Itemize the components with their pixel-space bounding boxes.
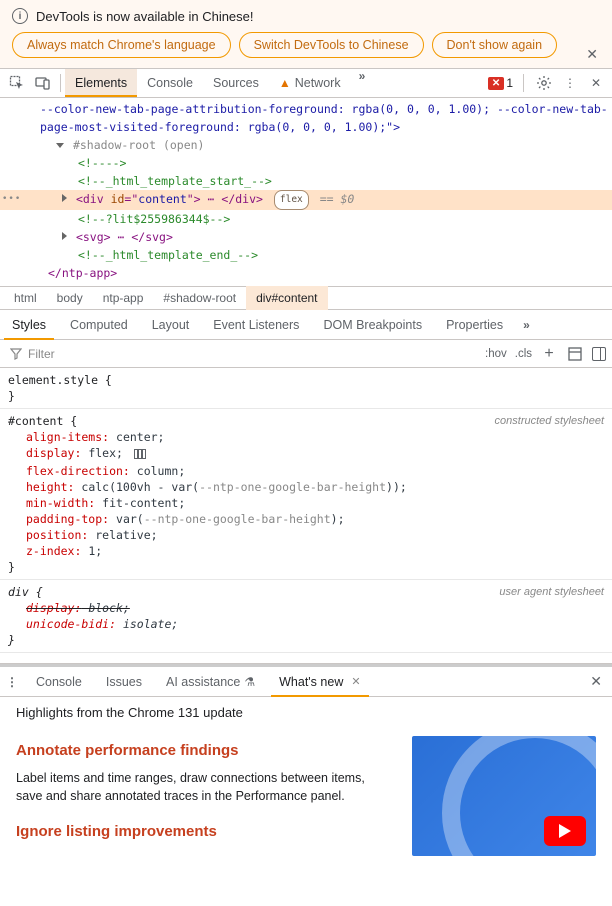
styles-filter-row: Filter :hov .cls +: [0, 340, 612, 368]
dom-line-comment[interactable]: <!---->: [0, 154, 612, 172]
shadow-root-label: #shadow-root (open): [73, 138, 205, 152]
rule-selector[interactable]: element.style {: [8, 372, 604, 388]
filter-input[interactable]: Filter: [6, 347, 485, 361]
drawer-tab-ai-assistance[interactable]: AI assistance ⚗: [154, 667, 267, 697]
flex-editor-icon[interactable]: [134, 447, 146, 463]
dom-tag: </svg>: [131, 230, 173, 244]
tab-network-label: Network: [295, 76, 341, 90]
inherited-from-label: [0, 653, 612, 663]
main-toolbar: Elements Console Sources ▲ Network » ✕ 1…: [0, 68, 612, 98]
dom-line-comment[interactable]: <!--?lit$255986344$-->: [0, 210, 612, 228]
subtab-dom-breakpoints[interactable]: DOM Breakpoints: [311, 310, 434, 340]
subtab-event-listeners[interactable]: Event Listeners: [201, 310, 311, 340]
separator: [523, 74, 524, 92]
subtab-computed[interactable]: Computed: [58, 310, 140, 340]
close-devtools-icon[interactable]: ✕: [586, 73, 606, 93]
dont-show-again-button[interactable]: Don't show again: [432, 32, 558, 58]
more-subtabs-button[interactable]: »: [515, 318, 538, 332]
close-tab-icon[interactable]: ✕: [351, 667, 360, 697]
cls-toggle[interactable]: .cls: [515, 348, 532, 360]
settings-gear-icon[interactable]: [534, 73, 554, 93]
subtab-styles[interactable]: Styles: [0, 310, 58, 340]
stylesheet-source-link[interactable]: constructed stylesheet: [495, 413, 604, 429]
dom-line-close[interactable]: </ntp-app>: [0, 264, 612, 282]
error-count: 1: [506, 76, 513, 90]
filter-icon: [10, 348, 22, 360]
drawer-tab-label: What's new: [279, 667, 343, 697]
whatsnew-paragraph: Label items and time ranges, draw connec…: [16, 769, 392, 805]
breadcrumb-bar: html body ntp-app #shadow-root div#conte…: [0, 286, 612, 310]
drawer-close-button[interactable]: ✕: [580, 673, 612, 690]
expand-arrow-icon[interactable]: [62, 194, 67, 202]
whatsnew-panel[interactable]: Highlights from the Chrome 131 update An…: [0, 697, 612, 906]
breadcrumb-item[interactable]: div#content: [246, 286, 327, 310]
separator: [60, 74, 61, 92]
stylesheet-source-link: user agent stylesheet: [499, 584, 604, 600]
dom-tag: <svg>: [76, 230, 111, 244]
drawer-tab-issues[interactable]: Issues: [94, 667, 154, 697]
dom-line[interactable]: --color-new-tab-page-attribution-foregro…: [0, 100, 612, 136]
info-icon: i: [12, 8, 28, 24]
device-toolbar-icon[interactable]: [30, 69, 56, 97]
dom-text: --color-new-tab-page-attribution-foregro…: [40, 102, 608, 134]
subtab-properties[interactable]: Properties: [434, 310, 515, 340]
tab-elements[interactable]: Elements: [65, 69, 137, 97]
breadcrumb-item[interactable]: #shadow-root: [153, 286, 246, 310]
drawer-tab-console[interactable]: Console: [24, 667, 94, 697]
filter-placeholder: Filter: [28, 347, 55, 361]
new-style-rule-icon[interactable]: +: [540, 345, 558, 363]
breadcrumb-item[interactable]: ntp-app: [93, 286, 154, 310]
drawer-tab-whatsnew[interactable]: What's new ✕: [267, 667, 372, 697]
whatsnew-video-thumbnail[interactable]: [412, 736, 596, 856]
rule-element-style[interactable]: element.style { }: [0, 368, 612, 409]
dom-line-svg[interactable]: <svg> ⋯ </svg>: [0, 228, 612, 246]
rule-div-ua[interactable]: user agent stylesheet div { display: blo…: [0, 580, 612, 653]
subtab-layout[interactable]: Layout: [140, 310, 202, 340]
warning-icon: ▲: [279, 76, 291, 90]
inspect-element-icon[interactable]: [4, 69, 30, 97]
computed-styles-toggle-icon[interactable]: [566, 345, 584, 363]
drawer-tab-label: AI assistance: [166, 667, 240, 697]
breadcrumb-item[interactable]: body: [47, 286, 93, 310]
more-tabs-button[interactable]: »: [351, 69, 374, 97]
css-rules-panel[interactable]: element.style { } constructed stylesheet…: [0, 368, 612, 664]
match-language-button[interactable]: Always match Chrome's language: [12, 32, 231, 58]
hov-toggle[interactable]: :hov: [485, 348, 507, 360]
banner-close-button[interactable]: ✕: [582, 42, 602, 67]
error-badge-icon: ✕: [488, 77, 504, 90]
dom-line-comment[interactable]: <!--_html_template_start_-->: [0, 172, 612, 190]
flex-badge[interactable]: flex: [274, 190, 309, 210]
dom-line-comment[interactable]: <!--_html_template_end_-->: [0, 246, 612, 264]
equals-dollar-zero: == $0: [320, 192, 355, 206]
whatsnew-heading: Ignore listing improvements: [16, 823, 392, 840]
drawer: ⋮ Console Issues AI assistance ⚗ What's …: [0, 664, 612, 906]
more-options-icon[interactable]: ⋮: [560, 73, 580, 93]
expand-arrow-icon[interactable]: [56, 143, 64, 148]
whatsnew-subtitle: Highlights from the Chrome 131 update: [16, 705, 596, 720]
dom-tree[interactable]: --color-new-tab-page-attribution-foregro…: [0, 98, 612, 286]
whatsnew-heading: Annotate performance findings: [16, 742, 392, 759]
flask-icon: ⚗: [244, 667, 255, 697]
switch-language-button[interactable]: Switch DevTools to Chinese: [239, 32, 424, 58]
error-indicator[interactable]: ✕ 1: [488, 76, 513, 90]
banner-title: DevTools is now available in Chinese!: [36, 9, 254, 24]
rule-content[interactable]: constructed stylesheet #content { align-…: [0, 409, 612, 580]
tab-sources[interactable]: Sources: [203, 69, 269, 97]
drawer-tabs: ⋮ Console Issues AI assistance ⚗ What's …: [0, 667, 612, 697]
tab-network[interactable]: ▲ Network: [269, 69, 351, 97]
styles-subtabs: Styles Computed Layout Event Listeners D…: [0, 310, 612, 340]
toggle-sidebar-icon[interactable]: [592, 347, 606, 361]
banner-title-row: i DevTools is now available in Chinese!: [12, 8, 600, 24]
play-icon[interactable]: [544, 816, 586, 846]
drawer-more-icon[interactable]: ⋮: [0, 675, 24, 689]
dom-line-shadow[interactable]: #shadow-root (open): [0, 136, 612, 154]
breadcrumb-item[interactable]: html: [4, 286, 47, 310]
expand-arrow-icon[interactable]: [62, 232, 67, 240]
banner-buttons: Always match Chrome's language Switch De…: [12, 32, 600, 58]
dom-line-selected[interactable]: <div id="content"> ⋯ </div> flex == $0: [0, 190, 612, 210]
language-banner: i DevTools is now available in Chinese! …: [0, 0, 612, 68]
tab-console[interactable]: Console: [137, 69, 203, 97]
